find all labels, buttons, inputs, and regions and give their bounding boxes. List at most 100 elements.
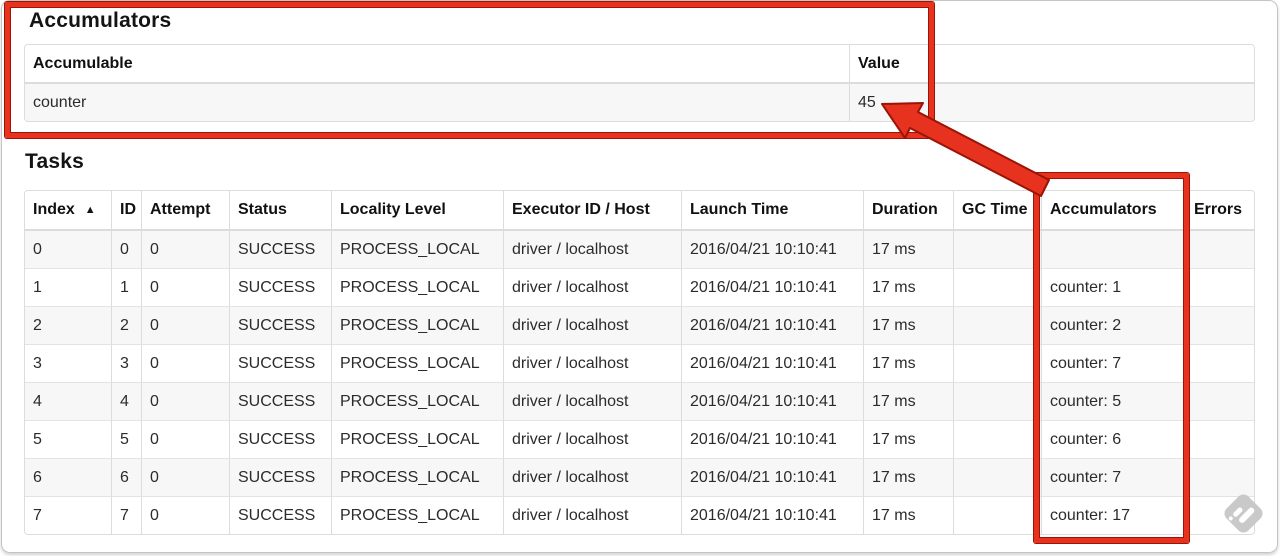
accumulators-section-title: Accumulators [29, 9, 172, 32]
task-row: 3 3 0 SUCCESS PROCESS_LOCAL driver / localhos… [25, 344, 1254, 382]
task-cell-id: 1 [111, 268, 141, 306]
task-cell-gc-time [953, 268, 1041, 306]
id-column-header[interactable]: ID [111, 191, 141, 231]
task-cell-locality-level: PROCESS_LOCAL [331, 231, 503, 268]
task-cell-duration: 17 ms [863, 231, 953, 268]
index-header-label: Index [33, 200, 75, 218]
task-cell-attempt: 0 [141, 496, 229, 534]
task-row: 2 2 0 SUCCESS PROCESS_LOCAL driver / localhos… [25, 306, 1254, 344]
task-cell-errors [1185, 458, 1254, 496]
task-cell-errors [1185, 231, 1254, 268]
attempt-column-header[interactable]: Attempt [141, 191, 229, 231]
task-cell-locality-level: PROCESS_LOCAL [331, 382, 503, 420]
task-cell-errors [1185, 420, 1254, 458]
accumulable-value-cell: 45 [849, 84, 1254, 121]
task-cell-gc-time [953, 306, 1041, 344]
task-cell-index: 1 [25, 268, 111, 306]
launch-time-column-header[interactable]: Launch Time [681, 191, 863, 231]
task-cell-locality-level: PROCESS_LOCAL [331, 306, 503, 344]
task-cell-accumulators: counter: 17 [1041, 496, 1185, 534]
task-cell-launch-time: 2016/04/21 10:10:41 [681, 458, 863, 496]
task-cell-id: 6 [111, 458, 141, 496]
task-cell-executor-id-host: driver / localhost [503, 420, 681, 458]
task-cell-status: SUCCESS [229, 496, 331, 534]
task-row: 5 5 0 SUCCESS PROCESS_LOCAL driver / localhos… [25, 420, 1254, 458]
accumulable-column-header: Accumulable [25, 45, 849, 84]
task-cell-index: 2 [25, 306, 111, 344]
task-cell-attempt: 0 [141, 458, 229, 496]
task-cell-gc-time [953, 231, 1041, 268]
task-row: 1 1 0 SUCCESS PROCESS_LOCAL driver / localhos… [25, 268, 1254, 306]
task-cell-launch-time: 2016/04/21 10:10:41 [681, 382, 863, 420]
task-cell-duration: 17 ms [863, 306, 953, 344]
locality-level-column-header[interactable]: Locality Level [331, 191, 503, 231]
task-cell-status: SUCCESS [229, 420, 331, 458]
task-cell-index: 0 [33, 240, 42, 258]
tasks-section-title: Tasks [25, 150, 84, 173]
task-cell-errors [1185, 382, 1254, 420]
task-cell-status: SUCCESS [229, 344, 331, 382]
accumulators-table: Accumulable Value counter 45 [24, 44, 1255, 122]
task-row: 0 0 0 SUCCESS PROCESS_LOCAL driver / localhos… [25, 231, 1254, 268]
accumulator-row: counter 45 [25, 84, 1254, 121]
task-cell-duration: 17 ms [863, 382, 953, 420]
task-cell-status: SUCCESS [229, 306, 331, 344]
task-cell-launch-time: 2016/04/21 10:10:41 [681, 306, 863, 344]
task-cell-index: 6 [25, 458, 111, 496]
task-cell-locality-level: PROCESS_LOCAL [331, 420, 503, 458]
task-cell-errors [1185, 306, 1254, 344]
task-row: 4 4 0 SUCCESS PROCESS_LOCAL driver / localhos… [25, 382, 1254, 420]
index-column-header[interactable]: Index ▲ [25, 191, 111, 231]
task-cell-gc-time [953, 496, 1041, 534]
task-cell-accumulators [1041, 231, 1185, 268]
task-cell-accumulators: counter: 7 [1041, 344, 1185, 382]
task-cell-errors [1185, 344, 1254, 382]
task-cell-id: 2 [111, 306, 141, 344]
errors-column-header[interactable]: Errors [1185, 191, 1254, 231]
spark-ui-accumulators-page: Accumulators Accumulable Value counter 4… [0, 0, 1280, 556]
task-cell-launch-time: 2016/04/21 10:10:41 [681, 268, 863, 306]
task-cell-executor-id-host: driver / localhost [503, 268, 681, 306]
task-cell-attempt: 0 [141, 420, 229, 458]
task-cell-status: SUCCESS [229, 268, 331, 306]
duration-column-header[interactable]: Duration [863, 191, 953, 231]
task-cell-gc-time [953, 382, 1041, 420]
task-cell-launch-time: 2016/04/21 10:10:41 [681, 231, 863, 268]
task-cell-gc-time [953, 420, 1041, 458]
task-cell-id: 3 [111, 344, 141, 382]
executor-id-host-column-header[interactable]: Executor ID / Host [503, 191, 681, 231]
task-cell-index: 4 [25, 382, 111, 420]
accumulators-column-header[interactable]: Accumulators [1041, 191, 1185, 231]
task-cell-executor-id-host: driver / localhost [503, 496, 681, 534]
sort-ascending-icon: ▲ [84, 203, 96, 216]
accumulable-name-cell: counter [33, 93, 87, 111]
task-cell-executor-id-host: driver / localhost [503, 382, 681, 420]
status-column-header[interactable]: Status [229, 191, 331, 231]
task-cell-status: SUCCESS [229, 382, 331, 420]
task-cell-errors [1185, 496, 1254, 534]
task-cell-accumulators: counter: 2 [1041, 306, 1185, 344]
task-cell-id: 5 [111, 420, 141, 458]
task-cell-locality-level: PROCESS_LOCAL [331, 496, 503, 534]
task-row: 7 7 0 SUCCESS PROCESS_LOCAL driver / localhos… [25, 496, 1254, 534]
task-cell-attempt: 0 [141, 231, 229, 268]
task-row: 6 6 0 SUCCESS PROCESS_LOCAL driver / localhos… [25, 458, 1254, 496]
tasks-header-row: Index ▲ ID Attempt Status Locality Level … [25, 191, 1254, 231]
task-cell-index: 7 [25, 496, 111, 534]
task-cell-id: 7 [111, 496, 141, 534]
task-cell-locality-level: PROCESS_LOCAL [331, 458, 503, 496]
task-cell-executor-id-host: driver / localhost [503, 306, 681, 344]
task-cell-status: SUCCESS [229, 458, 331, 496]
task-cell-gc-time [953, 344, 1041, 382]
task-cell-accumulators: counter: 5 [1041, 382, 1185, 420]
task-cell-accumulators: counter: 1 [1041, 268, 1185, 306]
task-cell-accumulators: counter: 7 [1041, 458, 1185, 496]
task-cell-launch-time: 2016/04/21 10:10:41 [681, 420, 863, 458]
task-cell-locality-level: PROCESS_LOCAL [331, 268, 503, 306]
gc-time-column-header[interactable]: GC Time [953, 191, 1041, 231]
task-cell-id: 0 [111, 231, 141, 268]
task-cell-duration: 17 ms [863, 496, 953, 534]
value-column-header: Value [849, 45, 1254, 84]
task-cell-status: SUCCESS [229, 231, 331, 268]
task-cell-attempt: 0 [141, 382, 229, 420]
